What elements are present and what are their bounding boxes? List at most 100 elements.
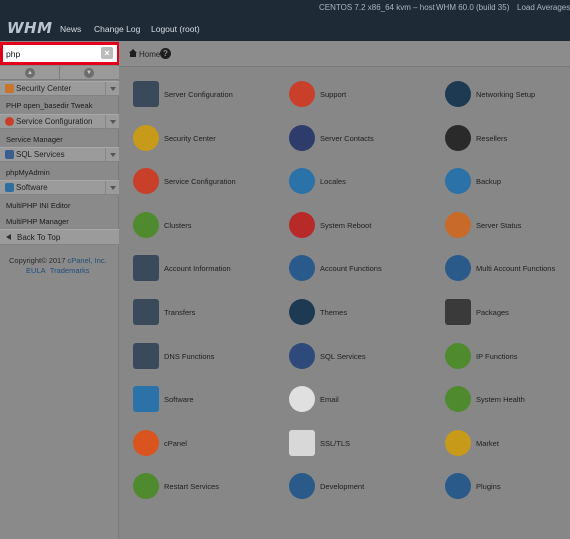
chevron-down-icon[interactable] xyxy=(105,148,119,162)
cpanel-link[interactable]: cPanel, Inc. xyxy=(67,256,106,265)
clusters-icon xyxy=(133,212,159,238)
feature-label: Themes xyxy=(320,308,348,317)
locales-icon xyxy=(289,168,315,194)
category-label: Service Configuration xyxy=(16,117,93,126)
power-icon xyxy=(289,212,315,238)
gauge-icon xyxy=(445,212,471,238)
load-averages: Load Averages: xyxy=(517,3,570,12)
search-input[interactable] xyxy=(6,47,96,60)
trademarks-link[interactable]: Trademarks xyxy=(50,266,90,275)
sidebar-item-service-manager[interactable]: Service Manager xyxy=(6,135,63,144)
feature-label: Software xyxy=(164,395,194,404)
copyright: Copyright© 2017 cPanel, Inc. EULA Tradem… xyxy=(9,256,107,276)
network-globe-icon xyxy=(445,81,471,107)
feature-label: Locales xyxy=(320,177,346,186)
cart-icon xyxy=(445,430,471,456)
sidebar-item-php-open-basedir-tweak[interactable]: PHP open_basedir Tweak xyxy=(6,101,92,110)
whm-logo[interactable]: WHM xyxy=(7,19,53,37)
nav-news[interactable]: News xyxy=(60,24,81,34)
nav-change-log[interactable]: Change Log xyxy=(94,24,140,34)
health-pulse-icon xyxy=(445,386,471,412)
database-icon xyxy=(289,343,315,369)
back-to-top-label: Back To Top xyxy=(17,233,61,242)
feature-label: Resellers xyxy=(476,134,508,143)
account-gear-icon xyxy=(289,255,315,281)
category-label: Security Center xyxy=(16,84,72,93)
os-info: CENTOS 7.2 x86_64 kvm – host xyxy=(319,3,435,12)
feature-label: Backup xyxy=(476,177,502,186)
category-label: Software xyxy=(16,183,48,192)
eula-link[interactable]: EULA xyxy=(26,266,46,275)
collapse-all-icon[interactable]: ▲ xyxy=(25,68,35,78)
sidebar-item-phpmyadmin[interactable]: phpMyAdmin xyxy=(6,168,50,177)
padlock-icon xyxy=(5,84,14,93)
chevron-down-icon[interactable] xyxy=(105,115,119,129)
wrench-icon xyxy=(5,117,14,126)
category-service-configuration[interactable]: Service Configuration xyxy=(0,114,119,129)
software-window-icon xyxy=(133,386,159,412)
back-to-top-button[interactable]: Back To Top xyxy=(0,229,119,245)
restart-icon xyxy=(133,473,159,499)
ip-icon xyxy=(445,343,471,369)
category-sql-services[interactable]: SQL Services xyxy=(0,147,119,162)
sidebar-item-multiphp-manager[interactable]: MultiPHP Manager xyxy=(6,217,69,226)
feature-label: IP Functions xyxy=(476,352,518,361)
feature-label: Server Contacts xyxy=(320,134,374,143)
top-bar: WHM News Change Log Logout (root) CENTOS… xyxy=(0,0,570,41)
sidebar: × ▲ ▼ Security Center PHP open_basedir T… xyxy=(0,41,120,539)
home-icon[interactable] xyxy=(129,49,137,57)
feature-label: System Reboot xyxy=(320,221,372,230)
themes-icon xyxy=(289,299,315,325)
feature-label: Support xyxy=(320,90,347,99)
email-at-icon xyxy=(289,386,315,412)
chevron-down-icon[interactable] xyxy=(105,82,119,96)
breadcrumb-home[interactable]: Home xyxy=(139,50,160,59)
category-software[interactable]: Software xyxy=(0,180,119,195)
backup-clock-icon xyxy=(445,168,471,194)
feature-label: Restart Services xyxy=(164,482,220,491)
cpanel-logo-icon xyxy=(133,430,159,456)
server-config-icon xyxy=(133,81,159,107)
padlock-icon xyxy=(133,125,159,151)
clear-search-icon[interactable]: × xyxy=(101,47,113,59)
feature-label: Server Status xyxy=(476,221,522,230)
feature-label: Multi Account Functions xyxy=(476,264,556,273)
wrench-icon xyxy=(133,168,159,194)
feature-label: Market xyxy=(476,439,499,448)
lifebuoy-icon xyxy=(289,81,315,107)
category-security-center[interactable]: Security Center xyxy=(0,81,119,96)
certificate-icon xyxy=(289,430,315,456)
sidebar-item-multiphp-ini-editor[interactable]: MultiPHP INI Editor xyxy=(6,201,70,210)
plug-icon xyxy=(445,473,471,499)
search-box: × xyxy=(0,42,120,65)
nav-logout[interactable]: Logout (root) xyxy=(151,24,200,34)
breadcrumb: Home ? xyxy=(119,41,570,67)
feature-label: Clusters xyxy=(164,221,192,230)
category-label: SQL Services xyxy=(16,150,65,159)
feature-label: System Health xyxy=(476,395,525,404)
feature-label: Server Configuration xyxy=(164,90,233,99)
database-icon xyxy=(5,150,14,159)
feature-label: SQL Services xyxy=(320,352,366,361)
transfer-server-icon xyxy=(133,299,159,325)
back-arrow-icon xyxy=(6,234,11,240)
dns-server-icon xyxy=(133,343,159,369)
feature-label: cPanel xyxy=(164,439,187,448)
software-window-icon xyxy=(5,183,14,192)
expand-all-icon[interactable]: ▼ xyxy=(84,68,94,78)
copyright-text: Copyright© 2017 xyxy=(9,256,68,265)
development-tools-icon xyxy=(289,473,315,499)
package-box-icon xyxy=(445,299,471,325)
account-card-icon xyxy=(133,255,159,281)
resellers-icon xyxy=(445,125,471,151)
feature-label: Transfers xyxy=(164,308,196,317)
feature-label: SSL/TLS xyxy=(320,439,351,448)
chevron-down-icon[interactable] xyxy=(105,181,119,195)
whm-version: WHM 60.0 (build 35) xyxy=(436,3,510,12)
feature-label: Networking Setup xyxy=(476,90,536,99)
feature-label: Email xyxy=(320,395,339,404)
contacts-icon xyxy=(289,125,315,151)
help-icon[interactable]: ? xyxy=(160,48,171,59)
main-content: Home ? Server Configuration Support Networ… xyxy=(119,41,570,539)
feature-label: Packages xyxy=(476,308,509,317)
